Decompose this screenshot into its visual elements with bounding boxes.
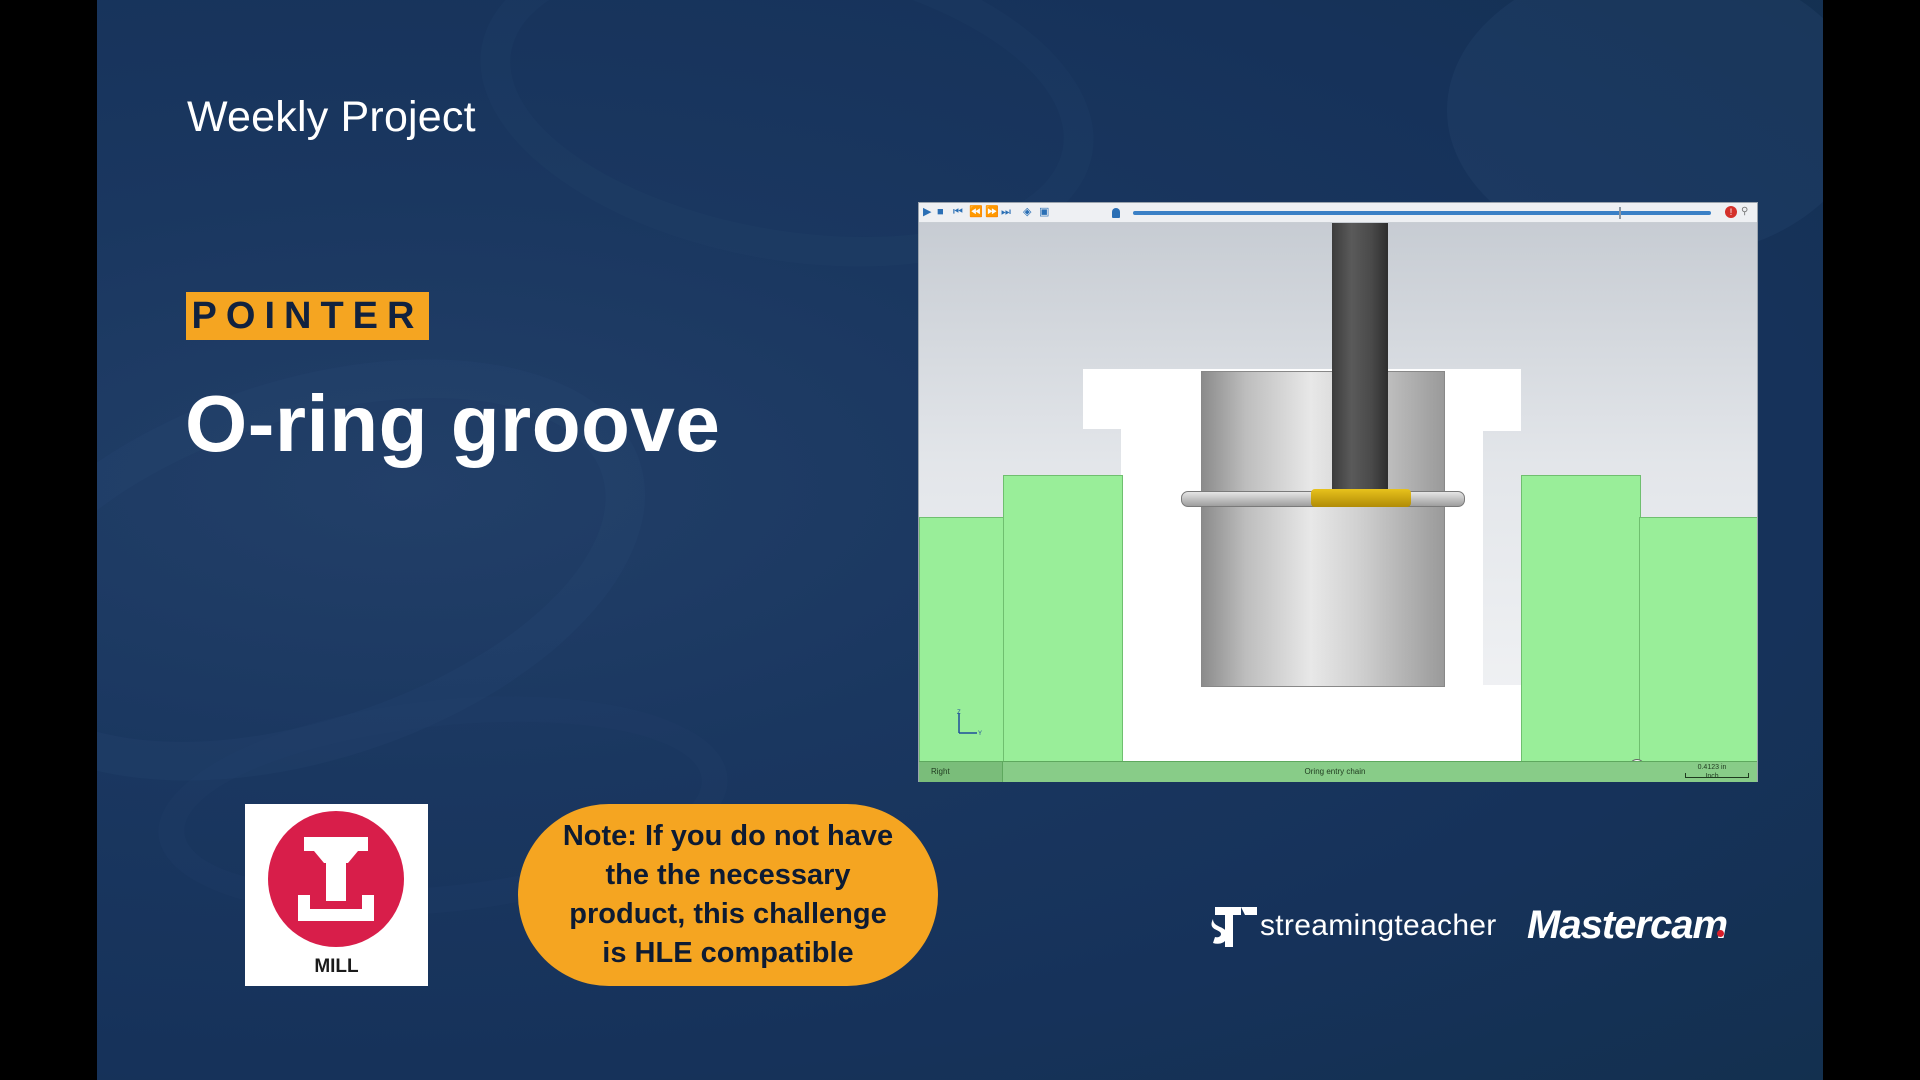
stop-icon[interactable]: ■ [937,206,944,219]
simulation-timeline[interactable] [1133,211,1711,215]
mill-tee-icon [298,837,374,921]
workpiece-cylinder [1201,371,1445,687]
stock-part [1443,429,1483,685]
play-icon[interactable]: ▶ [923,206,931,219]
slide-header: Weekly Project [187,93,476,141]
speed-slider[interactable] [1112,208,1120,218]
last-icon[interactable]: ⏭ [1001,206,1011,219]
status-bar: Right Oring entry chain 0.4123 in Inch [919,761,1757,782]
step-back-icon[interactable]: ⏪ [969,206,983,219]
fixture-block [1639,517,1757,761]
mastercam-wordmark: Mastercam [1527,903,1728,947]
view-label: Right [919,762,1003,782]
slot-cutter [1311,489,1411,507]
scale-indicator: 0.4123 in Inch [1667,762,1757,782]
pointer-tag: POINTER [186,292,429,340]
step-forward-icon[interactable]: ⏩ [985,206,999,219]
fixture-block [1003,475,1123,761]
fixture-block [1521,475,1641,761]
simulation-toolbar: ▶ ■ ⏮ ⏪ ⏩ ⏭ ◈ ▣ ! ⚲ [919,203,1757,223]
slide-background: Weekly Project POINTER O-ring groove ▶ ■… [97,0,1823,1080]
mill-label: MILL [314,956,359,977]
stock-part [1439,369,1521,429]
mill-badge: MILL [245,804,428,986]
pin-icon[interactable]: ⚲ [1741,206,1753,218]
streamingteacher-logo-icon [1211,907,1257,947]
stock-part [1121,685,1521,761]
tool-shank [1332,223,1388,505]
view-icon[interactable]: ◈ [1023,206,1031,219]
note-text: Note: If you do not have the the necessa… [562,820,894,969]
timeline-marker[interactable] [1618,207,1621,219]
options-icon[interactable]: ▣ [1039,206,1049,219]
streamingteacher-wordmark: streamingteacher [1260,909,1497,942]
note-callout: Note: If you do not have the the necessa… [518,804,938,986]
registered-mark-icon [1717,930,1724,937]
axis-z-label: Z [957,710,961,716]
mill-icon-circle [268,811,404,947]
scale-bar [1685,773,1749,778]
project-title: O-ring groove [185,379,721,468]
stop-simulation-icon[interactable]: ! [1725,206,1737,218]
scale-value: 0.4123 in [1697,764,1727,771]
stock-part [1083,369,1123,429]
axis-y-label: Y [978,731,982,737]
simulation-scene: Z Y [919,223,1757,761]
first-icon[interactable]: ⏮ [953,206,963,219]
axis-triad: Z Y [957,710,982,737]
operation-label: Oring entry chain [1304,767,1366,776]
simulation-viewer: ▶ ■ ⏮ ⏪ ⏩ ⏭ ◈ ▣ ! ⚲ Z Y Right Oring entr… [918,202,1758,782]
